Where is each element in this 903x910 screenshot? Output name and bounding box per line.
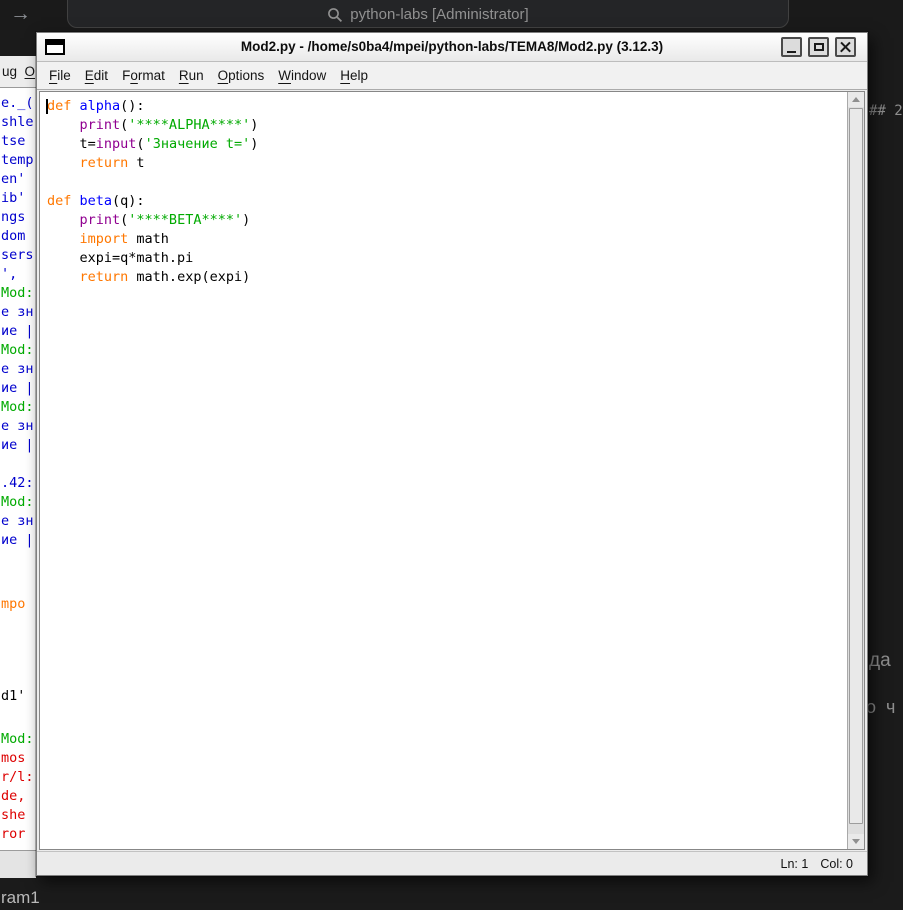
menu-file[interactable]: File [42, 63, 78, 88]
minimize-button[interactable] [781, 37, 802, 57]
scroll-down-icon [852, 839, 860, 844]
menu-run[interactable]: Run [172, 63, 211, 88]
shell-text-fragment: Mod: [1, 731, 34, 747]
shell-text-fragment: sers [1, 247, 34, 263]
background-status-bar [0, 850, 36, 878]
shell-text-fragment: tse [1, 133, 25, 149]
editor-area: def alpha(): print('****ALPHA****') t=in… [39, 91, 865, 850]
search-input[interactable]: python-labs [Administrator] [67, 0, 789, 28]
shell-text-fragment: ие | [1, 437, 34, 453]
shell-text-fragment: Mod: [1, 342, 34, 358]
scroll-down-button[interactable] [848, 834, 864, 849]
window-controls [781, 37, 856, 57]
shell-text-fragment: ие | [1, 380, 34, 396]
shell-text-fragment: e зн [1, 361, 34, 377]
title-bar[interactable]: Mod2.py - /home/s0ba4/mpei/python-labs/T… [37, 33, 867, 62]
menu-help[interactable]: Help [333, 63, 375, 88]
shell-text-fragment: Mod: [1, 285, 34, 301]
code-text: def alpha(): print('****ALPHA****') t=in… [40, 92, 847, 287]
shell-text-fragment: mos [1, 750, 25, 766]
idle-editor-window: Mod2.py - /home/s0ba4/mpei/python-labs/T… [36, 32, 868, 876]
shell-text-fragment: de, [1, 788, 25, 804]
maximize-icon [814, 43, 824, 51]
shell-text-fragment: e зн [1, 304, 34, 320]
text-cursor [46, 99, 48, 114]
maximize-button[interactable] [808, 37, 829, 57]
shell-text-fragment: en' [1, 171, 25, 187]
search-text: python-labs [Administrator] [350, 6, 528, 23]
shell-text-fragment: she [1, 807, 25, 823]
desktop-text-fragment: да [869, 650, 891, 672]
scrollbar-thumb[interactable] [849, 108, 863, 824]
shell-text-fragment: ngs [1, 209, 25, 225]
shell-text-fragment: Mod: [1, 494, 34, 510]
shell-text-fragment: ие | [1, 532, 34, 548]
desktop-text-fragment: ## 2 [869, 103, 903, 119]
shell-text-fragment: e зн [1, 513, 34, 529]
shell-text-fragment: dom [1, 228, 25, 244]
desktop-text-fragment: ram1 [1, 888, 40, 908]
desktop-text-fragment: о ч [866, 697, 895, 718]
status-bar: Ln: 1 Col: 0 [37, 851, 867, 875]
window-title: Mod2.py - /home/s0ba4/mpei/python-labs/T… [37, 33, 867, 61]
search-icon [327, 7, 343, 23]
scrollbar-track[interactable] [848, 107, 864, 834]
shell-text-fragment: r/l: [1, 769, 34, 785]
shell-text-fragment: mpo [1, 596, 25, 612]
top-bar: → python-labs [Administrator] [0, 0, 903, 30]
background-shell-window[interactable]: ug O e._(shle tse temp en' ib' ngs dom sers ', Mo… [0, 56, 36, 878]
menu-bar: FileEditFormatRunOptionsWindowHelp [37, 62, 867, 90]
shell-text-fragment: d1' [1, 688, 25, 704]
shell-text-fragment: ib' [1, 190, 25, 206]
menu-edit[interactable]: Edit [78, 63, 115, 88]
minimize-icon [787, 51, 796, 53]
shell-text-fragment: e._( [1, 95, 34, 111]
shell-text-fragment: e зн [1, 418, 34, 434]
close-icon [840, 42, 851, 53]
close-button[interactable] [835, 37, 856, 57]
shell-text-fragment: temp [1, 152, 34, 168]
background-shell-text: e._(shle tse temp en' ib' ngs dom sers ', Mod: e з… [0, 88, 36, 850]
menu-window[interactable]: Window [271, 63, 333, 88]
status-col: Col: 0 [820, 857, 853, 871]
forward-arrow-icon[interactable]: → [10, 0, 31, 28]
shell-text-fragment: Mod: [1, 399, 34, 415]
scroll-up-button[interactable] [848, 92, 864, 107]
menu-format[interactable]: Format [115, 63, 172, 88]
shell-text-fragment: .42: [1, 475, 34, 491]
menu-options[interactable]: Options [211, 63, 272, 88]
scroll-up-icon [852, 97, 860, 102]
shell-text-fragment: ие | [1, 323, 34, 339]
shell-text-fragment: shle [1, 114, 34, 130]
status-line: Ln: 1 [781, 857, 809, 871]
shell-text-fragment: ', [1, 266, 17, 282]
desktop: { "colors": { "kw": "#ff7700", "df": "#0… [0, 0, 903, 910]
shell-text-fragment: ror [1, 826, 25, 842]
background-menu-fragment: ug O [0, 56, 36, 88]
code-editor[interactable]: def alpha(): print('****ALPHA****') t=in… [40, 92, 847, 849]
vertical-scrollbar [847, 92, 864, 849]
